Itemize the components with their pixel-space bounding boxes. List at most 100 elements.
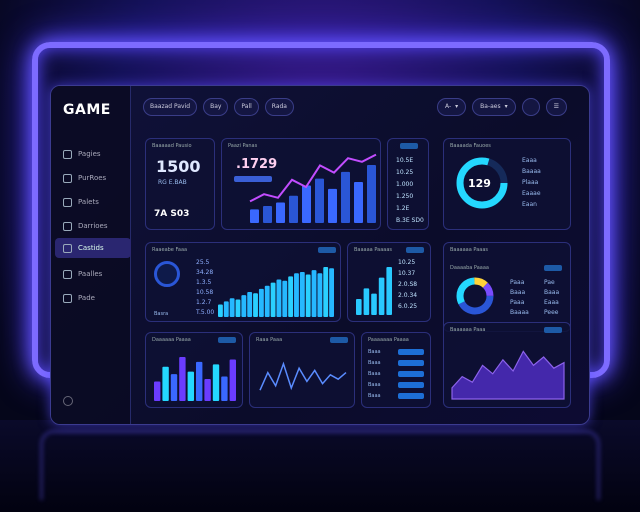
sidebar-item-5[interactable]: Paalles (55, 264, 131, 284)
menu-button[interactable]: ☰ (545, 98, 567, 116)
chart-bar (294, 273, 299, 317)
chart-bar (154, 381, 161, 401)
gauge-legend-item: Plaaa (522, 179, 539, 186)
chart-bar (250, 209, 259, 223)
chart-bar (315, 178, 324, 223)
chart-bar (247, 292, 253, 317)
sidebar-item-4[interactable]: Castids (55, 238, 131, 258)
card-title: Baaaaaa Paaa (450, 327, 486, 333)
chart-bar (229, 359, 236, 401)
chart-bar (270, 282, 276, 317)
mini-bar-chart (356, 267, 392, 315)
top-tabs: Baazad Pavid Bay Pall Rada (143, 98, 294, 118)
sidebar-item-6[interactable]: Pade (55, 288, 131, 308)
nav-icon (63, 243, 72, 253)
chevron-down-icon: ▾ (504, 103, 508, 110)
chart-bar (341, 171, 350, 223)
gauge-legend-item: Eaaae (522, 190, 541, 197)
chart-bar (328, 188, 337, 223)
histogram-chart (218, 267, 334, 317)
gauge-card: Baaaada Fauoes 129 Eaaa Baaaa Plaaa Eaaae Ea… (443, 138, 571, 230)
chart-bar (229, 298, 235, 317)
card-tag (330, 337, 348, 343)
chart-bar (187, 371, 194, 401)
list-value: 10.5E (396, 157, 414, 164)
chart-bar (253, 293, 258, 317)
top-controls: A- ▾ Ba-aes ▾ ☰ (436, 98, 567, 116)
list-value: 1.2E (396, 205, 410, 212)
card-title: Raaeabe Faaa (152, 247, 188, 253)
chart-bar (170, 374, 178, 401)
progress-bar (398, 360, 424, 366)
filter-label: A- (444, 103, 452, 110)
sidebar-item-0[interactable]: Pagies (55, 144, 131, 164)
donut-legend-value: Eaaa (544, 299, 559, 306)
chart-area (451, 350, 565, 400)
sidebar-item-label: PurRoes (78, 174, 107, 182)
sidebar-item-label: Darrioes (78, 222, 108, 230)
card-title: Daaaaaa Paaaa (152, 337, 191, 343)
list-value: 10.37 (398, 270, 416, 277)
wave-line-chart (259, 361, 347, 391)
tab-3[interactable]: Rada (264, 98, 294, 116)
user-avatar[interactable] (521, 98, 540, 116)
list-value: 10.58 (196, 289, 214, 296)
nav-icon (63, 293, 72, 303)
histogram-card: Raaeabe Faaa Basra 25.5 34.28 1.3.5 10.58 1.… (145, 242, 341, 322)
nav-icon (63, 269, 72, 279)
list-value: T.5.00 (196, 309, 215, 316)
donut-legend-item: Baaa (510, 289, 526, 296)
chart-bar (305, 274, 311, 317)
filter-dropdown[interactable]: A- ▾ (436, 98, 467, 116)
chart-bar (235, 299, 241, 317)
chart-bar (179, 357, 186, 401)
chart-bar (363, 288, 370, 315)
bar-line-chart (249, 153, 377, 223)
card-title: Paaaaaaa Paaaa (368, 337, 409, 343)
tab-1[interactable]: Bay (203, 98, 229, 116)
donut-legend-item: Paaa (510, 299, 525, 306)
progress-bar (398, 382, 424, 388)
sidebar-item-label: Castids (78, 244, 104, 252)
sidebar-item-3[interactable]: Darrioes (55, 216, 131, 236)
settings-icon[interactable] (63, 396, 73, 406)
list-value: 10.25 (396, 169, 414, 176)
card-title: Raaa Paaa (256, 337, 283, 343)
gauge-legend-item: Eaaa (522, 157, 537, 164)
select-dropdown[interactable]: Ba-aes ▾ (472, 98, 516, 116)
list-value: B.3E SD0 (396, 217, 424, 224)
gauge-value: 129 (468, 177, 491, 190)
list-value: 2.0.S8 (398, 281, 418, 288)
chart-bar (223, 301, 229, 317)
chart-bar (241, 295, 247, 317)
menu-icon: ☰ (553, 103, 559, 110)
progress-bar (398, 349, 424, 355)
progress-bar (398, 371, 424, 377)
chart-bar (367, 165, 376, 223)
progress-label: Baaa (368, 360, 381, 366)
kpi-sub: RG E.BAB (158, 179, 187, 186)
chart-bar (258, 288, 264, 317)
value-list-card: 10.5E 10.25 1.000 1.250 1.2E B.3E SD0 (387, 138, 429, 230)
sidebar-item-label: Pade (78, 294, 95, 302)
tab-0[interactable]: Baazad Pavid (143, 98, 198, 116)
chart-bar (302, 185, 311, 223)
chart-bar (212, 364, 220, 401)
progress-list-card: Paaaaaaa Paaaa Baaa Baaa Baaa Baaa Baaa (361, 332, 431, 408)
kpi-card-1: Baaaaad Pausio 1500 RG E.BAB 7A S03 (145, 138, 215, 230)
sidebar-item-1[interactable]: PurRoes (55, 168, 131, 188)
chart-bar (218, 304, 223, 317)
bottom-bar-chart (154, 357, 236, 401)
sidebar-item-2[interactable]: Palets (55, 192, 131, 212)
card-title: Baaaaad Pausio (152, 143, 192, 149)
chart-bar (196, 361, 203, 401)
floor-reflection (40, 430, 600, 500)
chart-bar (386, 267, 392, 315)
chart-bar (276, 279, 282, 317)
chart-bar (323, 267, 329, 317)
chart-bar (329, 268, 334, 317)
tab-2[interactable]: Pall (234, 98, 259, 116)
chart-bar (263, 205, 272, 223)
kpi-bottom: 7A S03 (154, 209, 190, 219)
list-value: 1.250 (396, 193, 414, 200)
